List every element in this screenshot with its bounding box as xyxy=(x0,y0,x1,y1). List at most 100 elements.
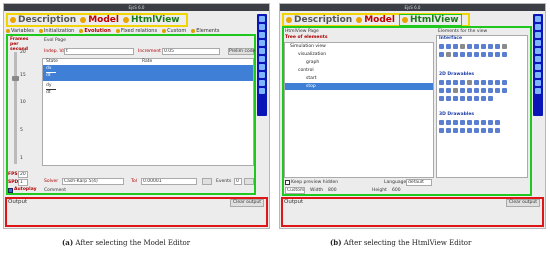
fps-slider-thumb[interactable] xyxy=(12,76,19,81)
tab-description[interactable]: Description xyxy=(10,15,76,25)
solver-select[interactable]: Cash-Karp 5(4) xyxy=(62,178,124,185)
height-label: Height xyxy=(372,188,387,193)
fps-label: FPS xyxy=(8,172,18,177)
tree-item-stop[interactable]: stop xyxy=(306,84,316,89)
open-icon[interactable] xyxy=(259,24,265,30)
drawables-3d-icons xyxy=(439,120,500,125)
palette-title: Elements for the view xyxy=(438,29,488,34)
tree-title: Tree of elements xyxy=(285,35,328,40)
tab-htmlview[interactable]: HtmlView xyxy=(123,15,180,25)
tol-field[interactable]: 0.00001 xyxy=(141,178,197,185)
events-label: Events xyxy=(216,179,232,184)
increment-label: Increment xyxy=(138,49,161,54)
slider-tick: 1 xyxy=(20,156,23,161)
fps-slider[interactable] xyxy=(14,52,17,164)
indep-var-field[interactable]: t xyxy=(64,48,134,55)
editor-tabs: Description Model HtmlView xyxy=(282,13,470,27)
run-icon[interactable] xyxy=(259,56,265,62)
tab-icon xyxy=(402,17,408,23)
evol-page-tab[interactable]: Evol Page xyxy=(44,38,66,43)
clear-output-button[interactable]: Clear output xyxy=(230,199,264,207)
save-as-icon[interactable] xyxy=(535,48,541,54)
tab-icon xyxy=(80,17,87,23)
fps-field[interactable]: 20 xyxy=(18,171,28,178)
row1-state-num: dx xyxy=(46,66,52,71)
info-icon[interactable] xyxy=(259,88,265,94)
drawables-2d-icons xyxy=(439,96,493,101)
drawables-3d-icons xyxy=(439,128,500,133)
height-value[interactable]: 600 xyxy=(392,188,401,193)
increment-field[interactable]: 0.05 xyxy=(162,48,220,55)
keep-preview-checkbox[interactable] xyxy=(285,180,290,185)
htmlview-editor-window: EjsS 6.0 Description Model HtmlView Html… xyxy=(279,3,546,229)
output-label: Output xyxy=(8,199,28,205)
width-value[interactable]: 800 xyxy=(328,188,337,193)
save-icon[interactable] xyxy=(535,40,541,46)
autoplay-checkbox[interactable] xyxy=(8,188,13,193)
row2-state-num: dy xyxy=(46,83,52,88)
keep-preview-label: Keep preview hidden xyxy=(291,180,339,185)
settings-icon[interactable] xyxy=(259,80,265,86)
tab-description[interactable]: Description xyxy=(286,15,352,25)
new-icon[interactable] xyxy=(535,16,541,22)
editor-tabs: Description Model HtmlView xyxy=(6,13,188,27)
info-icon[interactable] xyxy=(535,88,541,94)
table-row-selected[interactable] xyxy=(43,65,253,81)
output-highlight xyxy=(5,197,268,227)
interface-icons xyxy=(439,52,507,57)
events-button[interactable] xyxy=(244,178,254,185)
prelim-code-button[interactable]: Prelim code xyxy=(228,48,255,55)
tree-item-visualization[interactable]: visualization xyxy=(298,52,326,57)
palette-section-3d: 3D Drawables xyxy=(439,112,475,117)
custom-select[interactable]: Custom xyxy=(285,187,305,194)
settings-icon[interactable] xyxy=(535,80,541,86)
table-header-state: State xyxy=(46,59,58,64)
tab-icon xyxy=(10,17,16,23)
drawables-2d-icons xyxy=(439,80,507,85)
tree-item-start[interactable]: start xyxy=(306,76,316,81)
model-editor-window: EjsS 6.0 Description Model HtmlView Vari… xyxy=(3,3,270,229)
open-icon[interactable] xyxy=(535,24,541,30)
comment-label: Comment xyxy=(44,188,67,193)
page-label: HtmlView Page xyxy=(285,29,319,34)
window-title: EjsS 6.0 xyxy=(280,4,545,11)
new-icon[interactable] xyxy=(259,16,265,22)
tab-htmlview[interactable]: HtmlView xyxy=(399,14,462,26)
tab-model[interactable]: Model xyxy=(356,15,395,25)
autoplay-label: Autoplay xyxy=(14,187,37,192)
package-icon[interactable] xyxy=(259,64,265,70)
language-select[interactable]: default xyxy=(406,179,432,186)
language-label: Language xyxy=(384,180,407,185)
output-label: Output xyxy=(284,199,304,205)
save-as-icon[interactable] xyxy=(259,48,265,54)
tol-label: Tol xyxy=(131,179,137,184)
palette-section-2d: 2D Drawables xyxy=(439,72,475,77)
tree-item-graph[interactable]: graph xyxy=(306,60,319,65)
events-field[interactable]: 0 xyxy=(234,178,242,185)
tab-icon xyxy=(286,17,292,23)
tree-item-simulation-view[interactable]: Simulation view xyxy=(290,44,326,49)
run-icon[interactable] xyxy=(535,56,541,62)
package-icon[interactable] xyxy=(535,64,541,70)
run-toolbar xyxy=(257,14,267,116)
browser-icon[interactable] xyxy=(535,72,541,78)
solver-label: Solver xyxy=(44,179,59,184)
interface-icons xyxy=(439,44,507,49)
palette-section-interface: Interface xyxy=(439,36,463,41)
spd-field[interactable]: 1 xyxy=(18,179,28,186)
drawables-2d-icons xyxy=(439,88,507,93)
tol-options-button[interactable] xyxy=(202,178,212,185)
tree-item-control[interactable]: control xyxy=(298,68,314,73)
browser-icon[interactable] xyxy=(259,72,265,78)
clear-output-button[interactable]: Clear output xyxy=(506,199,540,207)
search-icon[interactable] xyxy=(535,32,541,38)
row2-state-den: dt xyxy=(46,90,51,95)
run-toolbar xyxy=(533,14,543,116)
save-icon[interactable] xyxy=(259,40,265,46)
tab-model[interactable]: Model xyxy=(80,15,119,25)
width-label: Width xyxy=(310,188,324,193)
window-title: EjsS 6.0 xyxy=(4,4,269,11)
search-icon[interactable] xyxy=(259,32,265,38)
tab-icon xyxy=(356,17,363,23)
table-header-rate: Rate xyxy=(142,59,153,64)
